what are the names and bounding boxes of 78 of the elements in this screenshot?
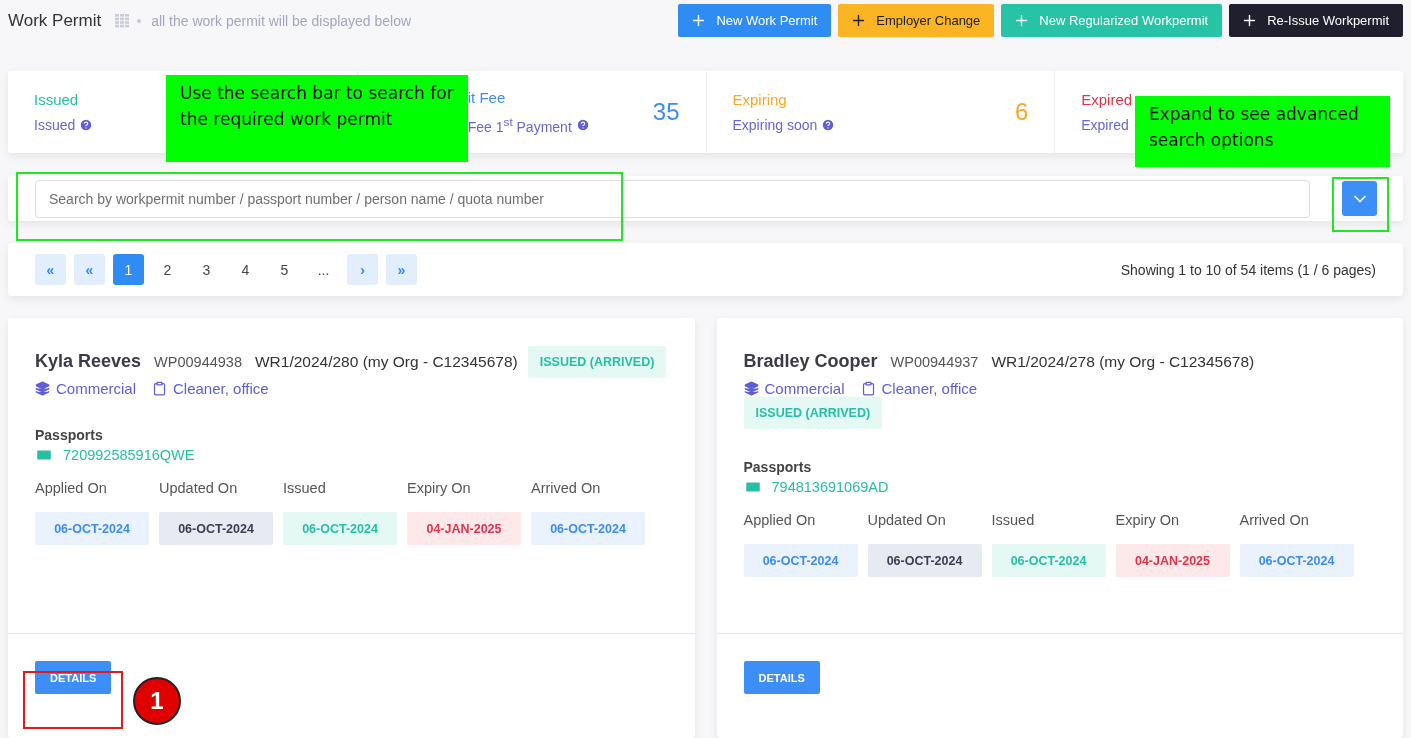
date-label: Updated On bbox=[159, 480, 239, 496]
stat-subtitle: Fee 1$^{st}$ Payment bbox=[467, 115, 572, 135]
page-button[interactable]: « bbox=[35, 254, 66, 286]
stat-value: 6 bbox=[1014, 97, 1029, 126]
date-tag: 04-JAN-2025 bbox=[1115, 544, 1230, 577]
person-name: Kyla Reeves bbox=[35, 351, 142, 372]
help-icon[interactable] bbox=[575, 117, 590, 132]
page-title: Work Permit bbox=[8, 10, 102, 31]
stat-subtitle: Expiring soon bbox=[732, 116, 818, 133]
date-label: Issued bbox=[283, 480, 327, 496]
stat-title: Expired bbox=[1081, 90, 1134, 108]
date-tag: 04-JAN-2025 bbox=[407, 512, 521, 545]
stat-title: it Fee bbox=[467, 89, 507, 107]
stat-subtitle: Expired bbox=[1081, 116, 1129, 133]
page-button[interactable]: » bbox=[386, 254, 417, 286]
date-label: Arrived On bbox=[1239, 512, 1310, 528]
person-name: Bradley Cooper bbox=[743, 351, 878, 372]
passports-label: Passports bbox=[743, 459, 813, 475]
permit-number: WP00944938 bbox=[154, 354, 242, 370]
permit-number: WP00944937 bbox=[890, 354, 979, 370]
pagination-summary: Showing 1 to 10 of 54 items (1 / 6 pages) bbox=[1120, 261, 1376, 278]
grid-icon bbox=[115, 13, 130, 28]
action-button[interactable]: New Regularized Workpermit bbox=[1001, 4, 1223, 38]
category-label: Commercial bbox=[764, 380, 845, 397]
clipboard-icon bbox=[152, 381, 167, 396]
date-label: Applied On bbox=[35, 480, 108, 496]
page-button[interactable]: 3 bbox=[191, 254, 222, 286]
clipboard-icon bbox=[860, 381, 876, 396]
help-icon[interactable] bbox=[79, 117, 94, 132]
layers-icon bbox=[35, 381, 50, 396]
date-tag: 06-OCT-2024 bbox=[1239, 544, 1354, 577]
details-button[interactable]: DETAILS bbox=[743, 661, 820, 694]
date-label: Expiry On bbox=[1115, 512, 1181, 528]
page-button[interactable]: « bbox=[74, 254, 105, 286]
occupation-label: Cleaner, office bbox=[881, 380, 978, 397]
date-label: Expiry On bbox=[407, 480, 472, 496]
passport-number[interactable]: 794813691069AD bbox=[771, 479, 889, 495]
date-label: Applied On bbox=[743, 512, 817, 528]
help-icon[interactable] bbox=[821, 117, 836, 132]
page-button[interactable]: 2 bbox=[152, 254, 183, 286]
search-callout: Use the search bar to search for the required work permit bbox=[166, 75, 468, 162]
action-button[interactable]: Re-Issue Workpermit bbox=[1229, 4, 1403, 38]
passport-number[interactable]: 720992585916QWE bbox=[63, 447, 195, 463]
date-tag: 06-OCT-2024 bbox=[159, 512, 273, 545]
date-label: Issued bbox=[991, 512, 1036, 528]
search-field[interactable]: Search by workpermit number / passport number / person name / quota number bbox=[35, 179, 1310, 218]
category-label: Commercial bbox=[56, 380, 136, 397]
stat-title: Expiring bbox=[732, 90, 788, 108]
date-label: Arrived On bbox=[531, 480, 602, 496]
date-label: Updated On bbox=[867, 512, 947, 528]
layers-icon bbox=[743, 381, 759, 396]
date-tag: 06-OCT-2024 bbox=[35, 512, 149, 545]
page-button[interactable]: 5 bbox=[269, 254, 300, 286]
page-button[interactable]: › bbox=[347, 254, 378, 286]
action-button[interactable]: New Work Permit bbox=[678, 4, 832, 38]
passports-label: Passports bbox=[35, 427, 104, 443]
status-badge: ISSUED (ARRIVED) bbox=[743, 397, 883, 429]
details-button[interactable]: DETAILS bbox=[35, 661, 112, 694]
permit-reference: WR1/2024/280 (my Org - C12345678) bbox=[254, 353, 518, 371]
page-button[interactable]: 1 bbox=[113, 254, 144, 286]
stat-value: 35 bbox=[652, 97, 680, 126]
permit-reference: WR1/2024/278 (my Org - C12345678) bbox=[991, 353, 1255, 371]
action-button[interactable]: Employer Change bbox=[838, 4, 995, 38]
date-tag: 06-OCT-2024 bbox=[283, 512, 397, 545]
date-tag: 06-OCT-2024 bbox=[743, 544, 858, 577]
occupation-label: Cleaner, office bbox=[173, 380, 269, 397]
status-badge: ISSUED (ARRIVED) bbox=[527, 346, 667, 378]
highlight-frame bbox=[1332, 177, 1389, 232]
stat-title: Issued bbox=[34, 90, 80, 108]
date-tag: 06-OCT-2024 bbox=[531, 512, 645, 545]
expand-callout: Expand to see advanced search options bbox=[1135, 96, 1390, 167]
page-button[interactable]: ... bbox=[308, 254, 339, 286]
stat-subtitle: Issued bbox=[34, 116, 76, 133]
page-button[interactable]: 4 bbox=[230, 254, 261, 286]
expand-button[interactable] bbox=[1342, 181, 1377, 217]
date-tag: 06-OCT-2024 bbox=[991, 544, 1106, 577]
page-subtitle: all the work permit will be displayed below bbox=[151, 12, 412, 29]
date-tag: 06-OCT-2024 bbox=[867, 544, 982, 577]
